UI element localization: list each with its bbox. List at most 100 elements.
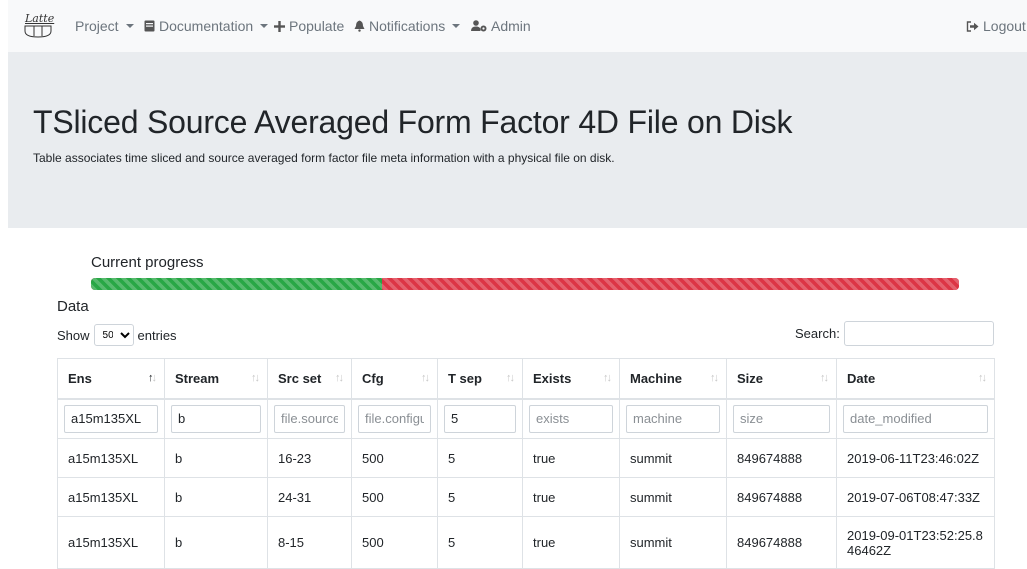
column-header-machine[interactable]: Machine ↑↓ (619, 358, 727, 400)
brand-logo[interactable]: Latte (23, 12, 57, 42)
nav-project-label: Project (75, 18, 119, 34)
table-row: a15m135XL b 8-15 500 5 true summit 84967… (57, 516, 995, 569)
nav-notifications[interactable]: Notifications (354, 0, 461, 52)
nav-populate[interactable]: Populate (274, 0, 344, 52)
column-header-cfg[interactable]: Cfg ↑↓ (351, 358, 438, 400)
filter-cell (726, 398, 837, 439)
column-header-t-sep[interactable]: T sep ↑↓ (437, 358, 523, 400)
column-header-date[interactable]: Date ↑↓ (836, 358, 995, 400)
page-title: TSliced Source Averaged Form Factor 4D F… (33, 104, 793, 140)
nav-logout[interactable]: Logout (966, 0, 1026, 52)
nav-populate-label: Populate (289, 18, 345, 34)
sort-icon: ↑↓ (820, 372, 829, 384)
chevron-down-icon (125, 24, 134, 28)
filter-input-size[interactable] (733, 404, 830, 433)
filter-input-machine[interactable] (626, 404, 720, 433)
column-header-label: Ens (68, 370, 92, 386)
filter-input-ens[interactable] (64, 404, 158, 433)
sort-icon: ↑↓ (148, 372, 157, 384)
progress-label: Current progress (91, 254, 204, 271)
nav-notifications-label: Notifications (369, 18, 446, 34)
sort-icon: ↑↓ (506, 372, 515, 384)
column-header-stream[interactable]: Stream ↑↓ (164, 358, 268, 400)
sign-out-icon (966, 20, 979, 32)
cell-ens: a15m135XL (57, 477, 165, 517)
chevron-down-icon (452, 24, 461, 28)
sort-icon: ↑↓ (710, 372, 719, 384)
filter-input-src-set[interactable] (274, 404, 345, 433)
table-header-row: Ens ↑↓ Stream ↑↓ Src set ↑↓ Cfg ↑↓ T sep ↑↓ E… (57, 358, 995, 400)
cell-exists: true (522, 477, 620, 517)
nav-documentation[interactable]: Documentation (144, 0, 269, 52)
nav-admin[interactable]: Admin (471, 0, 531, 52)
column-header-size[interactable]: Size ↑↓ (726, 358, 837, 400)
cell-size: 849674888 (726, 477, 837, 517)
nav-admin-label: Admin (491, 18, 531, 34)
page-description: Table associates time sliced and source … (33, 151, 615, 165)
cell-size: 849674888 (726, 516, 837, 569)
search-input[interactable] (843, 321, 994, 346)
cell-date: 2019-07-06T08:47:33Z (836, 477, 995, 517)
page-header: TSliced Source Averaged Form Factor 4D F… (8, 52, 1027, 228)
column-header-label: T sep (448, 370, 482, 386)
cell-machine: summit (619, 516, 727, 569)
book-icon (144, 20, 155, 32)
cell-t-sep: 5 (437, 477, 523, 517)
table-row: a15m135XL b 16-23 500 5 true summit 8496… (57, 438, 995, 478)
filter-input-date[interactable] (843, 404, 988, 433)
filter-cell (267, 398, 352, 439)
data-section-title: Data (57, 298, 89, 315)
column-header-label: Src set (278, 370, 322, 386)
cell-stream: b (164, 516, 268, 569)
cell-date: 2019-06-11T23:46:02Z (836, 438, 995, 478)
column-header-label: Date (847, 370, 876, 386)
show-entries-control: Show 50 entries (57, 324, 177, 346)
filter-input-stream[interactable] (171, 404, 261, 433)
nav-documentation-label: Documentation (159, 18, 254, 34)
cell-exists: true (522, 516, 620, 569)
cell-stream: b (164, 438, 268, 478)
column-header-src-set[interactable]: Src set ↑↓ (267, 358, 352, 400)
column-header-label: Exists (533, 370, 572, 386)
filter-cell (522, 398, 620, 439)
cell-exists: true (522, 438, 620, 478)
column-header-label: Stream (175, 370, 220, 386)
filter-cell (836, 398, 995, 439)
cell-cfg: 500 (351, 516, 438, 569)
sort-icon: ↑↓ (603, 372, 612, 384)
cell-t-sep: 5 (437, 438, 523, 478)
progress-bar (91, 278, 959, 290)
sort-icon: ↑↓ (335, 372, 344, 384)
sort-icon: ↑↓ (978, 372, 987, 384)
cell-cfg: 500 (351, 477, 438, 517)
column-header-ens[interactable]: Ens ↑↓ (57, 358, 165, 400)
cell-machine: summit (619, 438, 727, 478)
entries-select[interactable]: 50 (93, 324, 134, 346)
nav-project[interactable]: Project (75, 0, 134, 52)
data-table: Ens ↑↓ Stream ↑↓ Src set ↑↓ Cfg ↑↓ T sep ↑↓ E… (57, 358, 995, 569)
chevron-down-icon (260, 24, 269, 28)
brand-text: Latte (25, 12, 55, 25)
filter-cell (437, 398, 523, 439)
search-label: Search: (795, 326, 840, 341)
latte-cups-icon (24, 25, 52, 38)
cell-date: 2019-09-01T23:52:25.846462Z (836, 516, 995, 569)
cell-src-set: 8-15 (267, 516, 352, 569)
filter-cell (619, 398, 727, 439)
filter-input-t-sep[interactable] (444, 404, 516, 433)
filter-row (57, 398, 995, 439)
filter-input-exists[interactable] (529, 404, 613, 433)
cell-machine: summit (619, 477, 727, 517)
column-header-label: Cfg (362, 370, 384, 386)
progress-bar-remaining (381, 278, 959, 290)
column-header-label: Machine (630, 370, 683, 386)
sort-icon: ↑↓ (251, 372, 260, 384)
cell-t-sep: 5 (437, 516, 523, 569)
plus-icon (274, 20, 285, 32)
nav-logout-label: Logout (983, 18, 1026, 34)
table-search: Search: (795, 321, 994, 346)
progress-bar-completed (91, 278, 382, 290)
cell-size: 849674888 (726, 438, 837, 478)
filter-input-cfg[interactable] (358, 404, 431, 433)
column-header-exists[interactable]: Exists ↑↓ (522, 358, 620, 400)
